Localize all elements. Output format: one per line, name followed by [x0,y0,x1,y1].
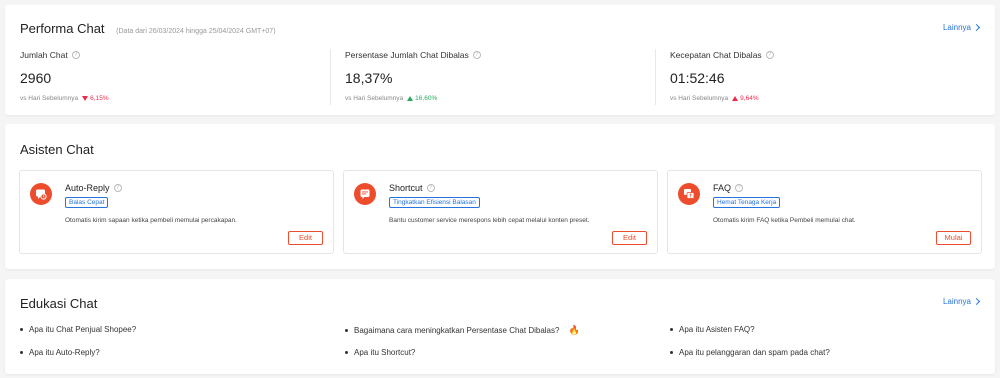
help-icon[interactable]: ? [426,184,435,192]
tool-description: Bantu customer service merespons lebih c… [389,217,590,224]
metric-value: 2960 [20,70,52,86]
tool-faq: ? FAQ? Hemat Tenaga Kerja Otomatis kirim… [667,170,982,254]
auto-reply-icon [30,183,52,205]
chevron-right-icon [972,297,981,306]
arrow-up-icon [732,96,739,101]
fire-icon: 🔥 [568,325,580,335]
metric-reply-rate: Persentase Jumlah Chat Dibalas? 18,37% v… [345,50,481,105]
metric-compare-label: vs Hari Sebelumnya [670,95,729,102]
edu-link[interactable]: Apa itu pelanggaran dan spam pada chat? [670,348,830,357]
shortcut-icon [354,183,376,205]
edu-link-text: Apa itu Shortcut? [354,348,416,357]
faq-icon: ? [678,183,700,205]
bullet [20,351,23,354]
edu-link[interactable]: Bagaimana cara meningkatkan Persentase C… [345,325,580,336]
metric-value: 18,37% [345,70,393,86]
metric-compare-label: vs Hari Sebelumnya [345,95,404,102]
help-icon[interactable]: ? [472,51,481,59]
edu-link-text: Apa itu Auto-Reply? [29,348,100,357]
metric-label: Jumlah Chat [20,50,68,60]
tool-shortcut: Shortcut? Tingkatkan Efisiensi Balasan B… [343,170,658,254]
bullet [670,328,673,331]
tool-description: Otomatis kirim sapaan ketika pembeli mem… [65,217,237,224]
education-more-link[interactable]: Lainnya [942,297,981,306]
bullet [20,328,23,331]
edu-link[interactable]: Apa itu Chat Penjual Shopee? [20,325,136,334]
tool-name: FAQ [713,183,732,193]
tool-name: Auto-Reply [65,183,110,193]
metric-delta-value: 16,60% [415,95,438,102]
svg-text:?: ? [689,193,692,199]
metric-delta-value: 9,64% [740,95,759,102]
metric-delta: 16,60% [407,95,437,102]
assistant-title: Asisten Chat [20,142,94,157]
education-card: Edukasi Chat Lainnya Apa itu Chat Penjua… [5,279,995,374]
start-button[interactable]: Mulai [936,231,971,245]
metric-chat-count: Jumlah Chat? 2960 vs Hari Sebelumnya 6,1… [20,50,109,105]
edu-link[interactable]: Apa itu Auto-Reply? [20,348,100,357]
performance-more-link[interactable]: Lainnya [942,23,981,32]
more-link-label: Lainnya [942,297,971,306]
help-icon[interactable]: ? [113,184,122,192]
assistant-card: Asisten Chat Auto-Reply? Balas Cepat Oto… [5,124,995,269]
edu-link-text: Apa itu pelanggaran dan spam pada chat? [679,348,830,357]
date-range-note: (Data dari 26/03/2024 hingga 25/04/2024 … [116,28,276,35]
metric-reply-speed: Kecepatan Chat Dibalas? 01:52:46 vs Hari… [670,50,774,105]
performance-title: Performa Chat (Data dari 26/03/2024 hing… [20,21,276,36]
more-link-label: Lainnya [942,23,971,32]
performance-card: Performa Chat (Data dari 26/03/2024 hing… [5,5,995,115]
performance-title-text: Performa Chat [20,21,105,36]
edu-link[interactable]: Apa itu Asisten FAQ? [670,325,755,334]
metric-delta-value: 6,15% [90,95,109,102]
edu-link-text: Apa itu Asisten FAQ? [679,325,755,334]
tool-tag: Tingkatkan Efisiensi Balasan [389,197,480,208]
tool-tag: Balas Cepat [65,197,109,208]
tool-auto-reply: Auto-Reply? Balas Cepat Otomatis kirim s… [19,170,334,254]
divider [330,49,331,105]
edu-link-text: Bagaimana cara meningkatkan Persentase C… [354,326,560,335]
metric-delta: 9,64% [732,95,759,102]
help-icon[interactable]: ? [765,51,774,59]
metric-compare-label: vs Hari Sebelumnya [20,95,79,102]
edu-link-text: Apa itu Chat Penjual Shopee? [29,325,137,334]
arrow-up-icon [407,96,414,101]
help-icon[interactable]: ? [735,184,744,192]
bullet [670,351,673,354]
tool-tag: Hemat Tenaga Kerja [713,197,781,208]
edit-button[interactable]: Edit [612,231,647,245]
help-icon[interactable]: ? [71,51,80,59]
metric-delta: 6,15% [82,95,109,102]
metric-label: Persentase Jumlah Chat Dibalas [345,50,469,60]
education-title: Edukasi Chat [20,296,98,311]
edit-button[interactable]: Edit [288,231,323,245]
tool-name: Shortcut [389,183,423,193]
arrow-down-icon [82,96,89,101]
metric-label: Kecepatan Chat Dibalas [670,50,762,60]
bullet [345,351,348,354]
tool-description: Otomatis kirim FAQ ketika Pembeli memula… [713,217,856,224]
divider [655,49,656,105]
chevron-right-icon [972,23,981,32]
bullet [345,329,348,332]
edu-link[interactable]: Apa itu Shortcut? [345,348,415,357]
metric-value: 01:52:46 [670,70,725,86]
